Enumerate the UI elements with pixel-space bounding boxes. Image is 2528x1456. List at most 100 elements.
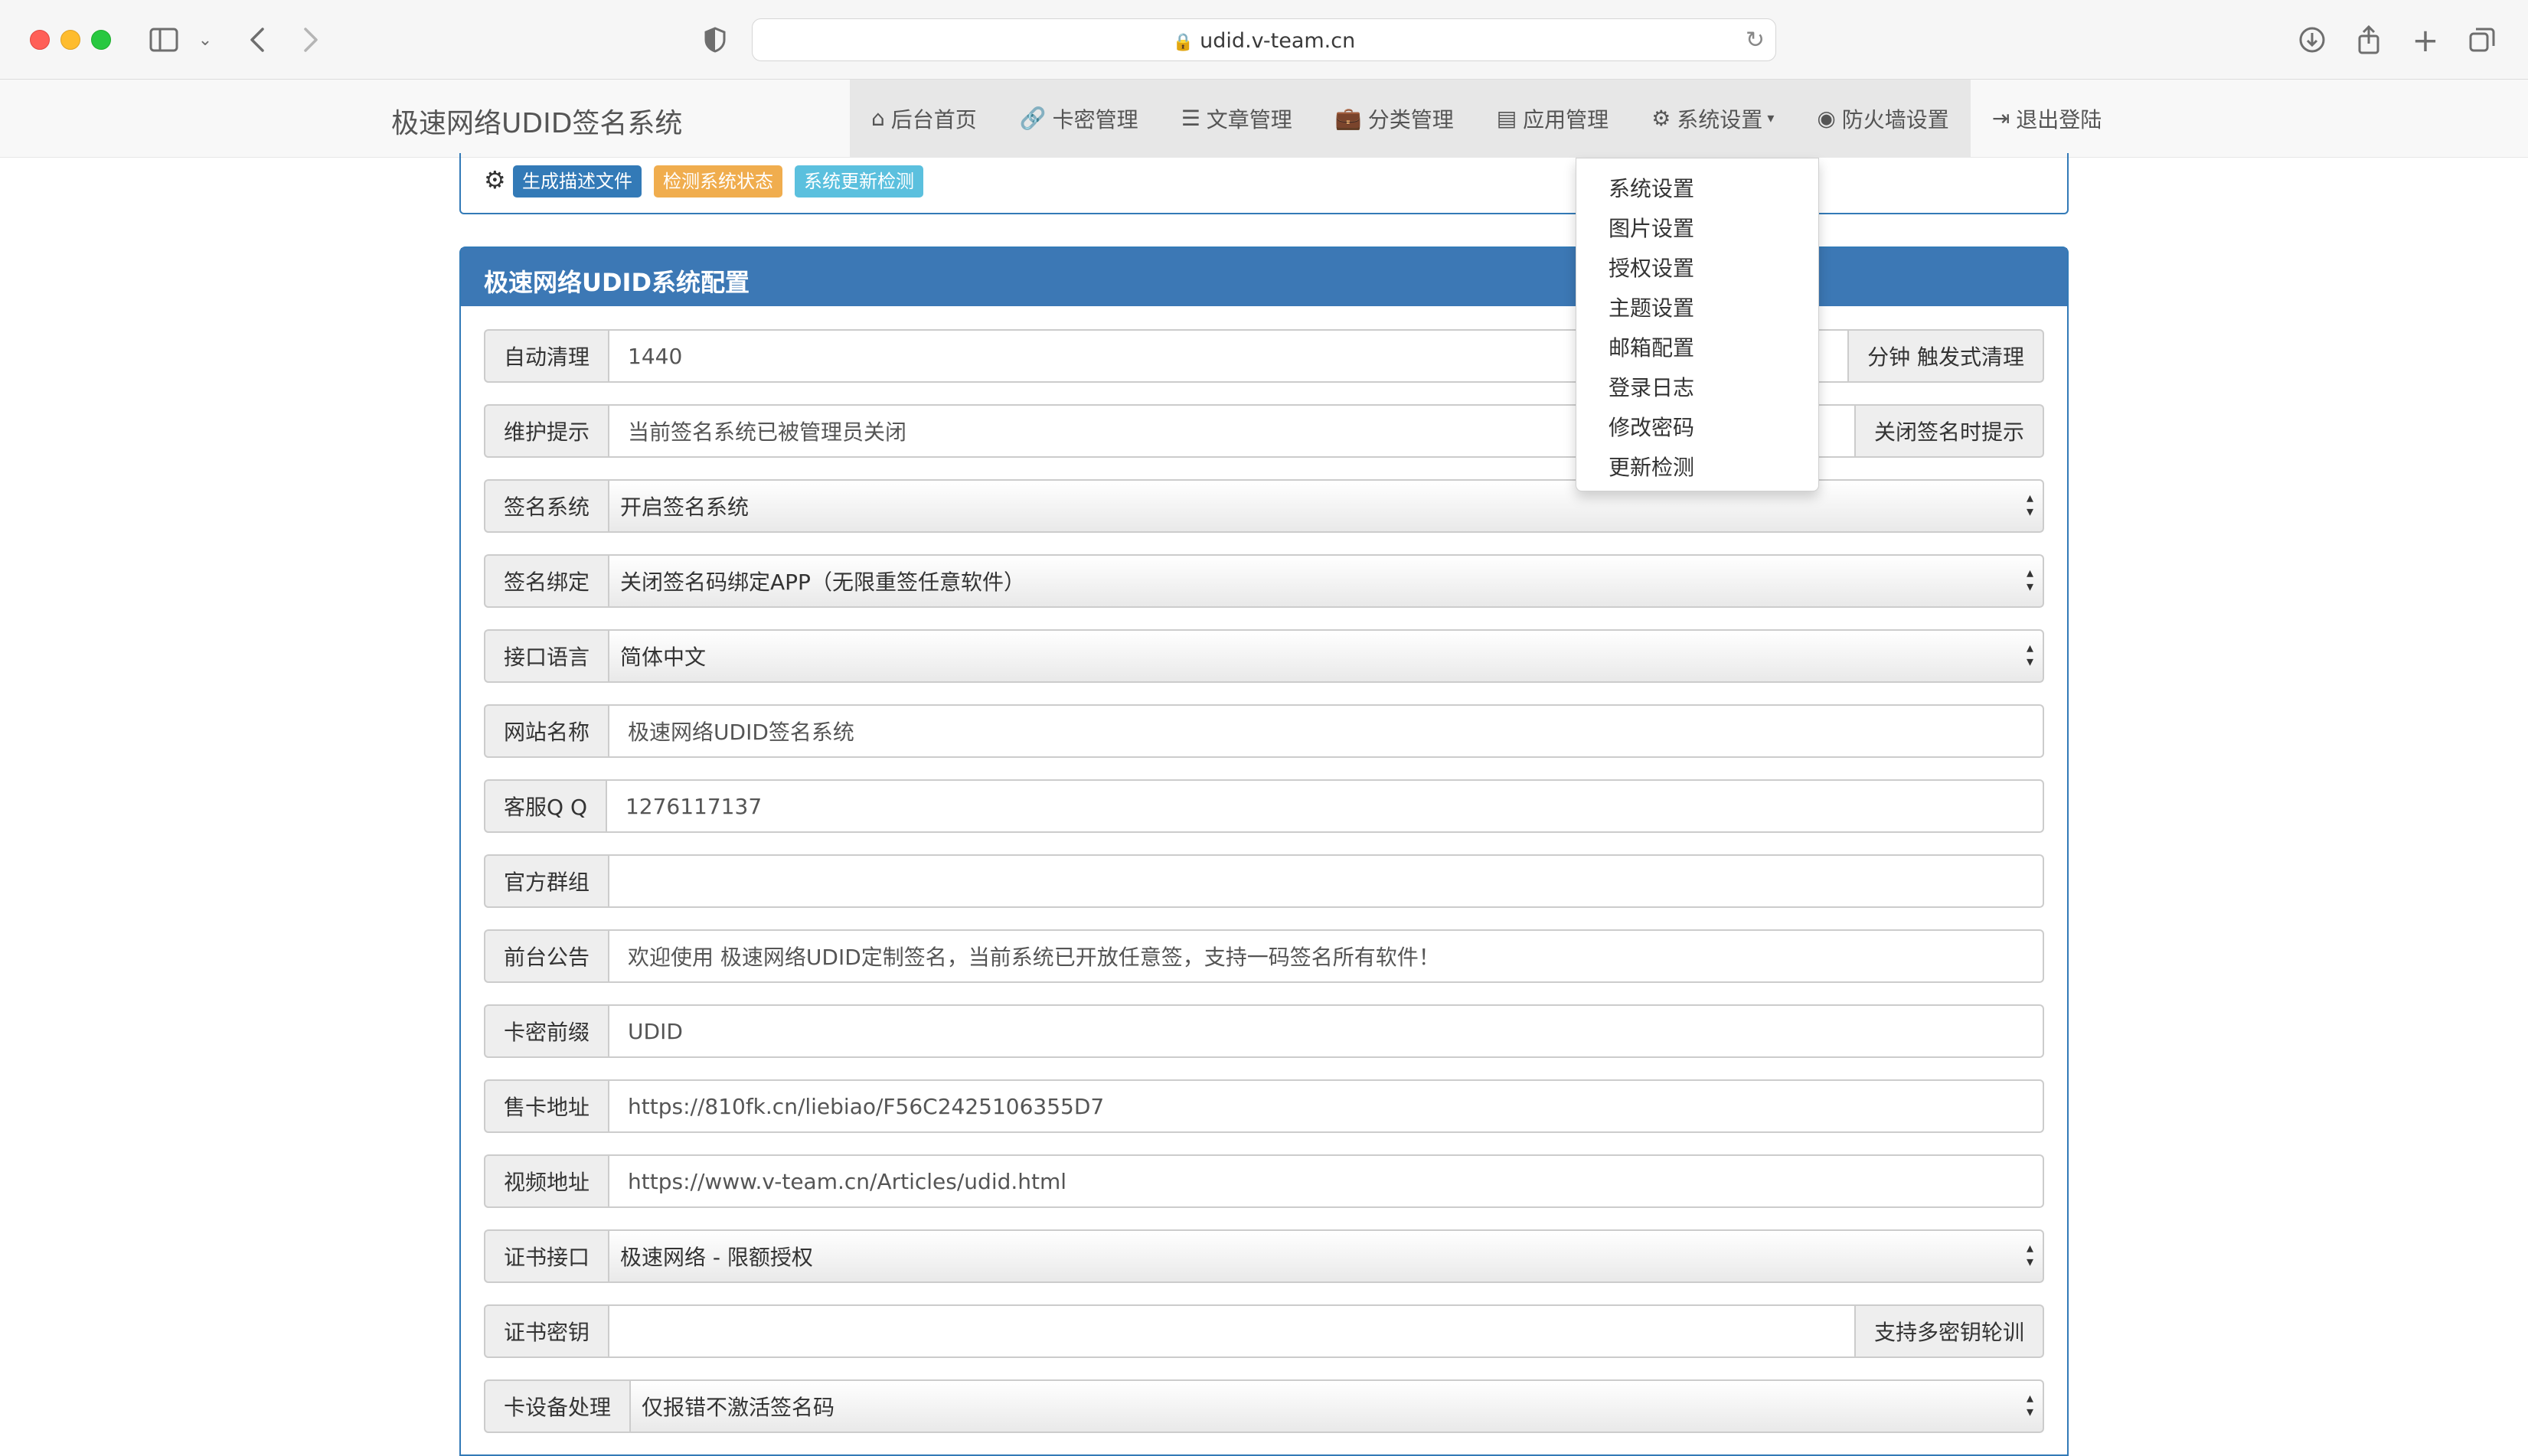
nav-firewall-settings[interactable]: ◉ 防火墙设置 [1795, 80, 1970, 157]
api-language-select[interactable]: 简体中文 ▴ ▾ [608, 629, 2044, 683]
api-language-label: 接口语言 [484, 629, 609, 683]
video-url-label: 视频地址 [484, 1154, 609, 1208]
maintenance-suffix: 关闭签名时提示 [1855, 404, 2044, 458]
cert-api-value: 极速网络 - 限额授权 [620, 1245, 813, 1270]
reload-icon[interactable]: ↻ [1746, 27, 1765, 54]
select-arrows-icon: ▴ ▾ [2026, 1240, 2033, 1270]
official-group-input[interactable] [608, 854, 2044, 908]
nav-card-management-label: 卡密管理 [1052, 106, 1138, 132]
dropdown-item-system-settings[interactable]: 系统设置 [1576, 168, 1818, 207]
url-text: udid.v-team.cn [1200, 29, 1356, 53]
navbar: 极速网络UDID签名系统 ⌂ 后台首页 🔗 卡密管理 ☰ 文章管理 💼 分类管理… [0, 80, 2528, 158]
sign-system-select[interactable]: 开启签名系统 ▴ ▾ [608, 479, 2044, 533]
card-shop-input[interactable]: https://810fk.cn/liebiao/F56C2425106355D… [608, 1079, 2044, 1133]
api-language-value: 简体中文 [620, 645, 707, 670]
card-prefix-input[interactable]: UDID [608, 1004, 2044, 1058]
zoom-window-button[interactable] [91, 30, 111, 50]
dropdown-item-image-settings[interactable]: 图片设置 [1576, 207, 1818, 247]
briefcase-icon: 💼 [1334, 106, 1362, 131]
select-arrows-icon: ▴ ▾ [2026, 490, 2033, 520]
list-icon: ☰ [1181, 106, 1200, 131]
cert-api-row: 证书接口 极速网络 - 限额授权 ▴ ▾ [484, 1229, 2044, 1283]
gear-icon: ⚙ [484, 165, 506, 194]
config-panel: 极速网络UDID系统配置 自动清理 1440 分钟 触发式清理 维护提示 当前签… [459, 246, 2069, 1456]
nav-system-settings-label: 系统设置 [1677, 106, 1763, 132]
dropdown-item-mail-config[interactable]: 邮箱配置 [1576, 327, 1818, 367]
cert-key-suffix: 支持多密钥轮训 [1855, 1304, 2044, 1358]
sign-binding-row: 签名绑定 关闭签名码绑定APP（无限重签任意软件） ▴ ▾ [484, 554, 2044, 608]
nav-article-management-label: 文章管理 [1206, 106, 1292, 132]
sign-binding-select[interactable]: 关闭签名码绑定APP（无限重签任意软件） ▴ ▾ [608, 554, 2044, 608]
cert-key-input[interactable] [608, 1304, 1856, 1358]
video-url-row: 视频地址 https://www.v-team.cn/Articles/udid… [484, 1154, 2044, 1208]
dropdown-item-update-check[interactable]: 更新检测 [1576, 446, 1818, 486]
announcement-row: 前台公告 欢迎使用 极速网络UDID定制签名，当前系统已开放任意签，支持一码签名… [484, 929, 2044, 983]
dropdown-item-theme-settings[interactable]: 主题设置 [1576, 287, 1818, 327]
lock-icon: 🔒 [1172, 33, 1194, 52]
tab-overview-icon[interactable] [2464, 21, 2500, 58]
link-icon: 🔗 [1019, 106, 1047, 131]
cert-key-label: 证书密钥 [484, 1304, 609, 1358]
maintenance-label: 维护提示 [484, 404, 609, 458]
privacy-shield-icon[interactable] [697, 21, 733, 58]
generate-profile-button[interactable]: 生成描述文件 [513, 165, 642, 198]
device-handle-select[interactable]: 仅报错不激活签名码 ▴ ▾ [629, 1379, 2044, 1433]
sign-system-label: 签名系统 [484, 479, 609, 533]
nav-category-management[interactable]: 💼 分类管理 [1314, 80, 1475, 157]
close-window-button[interactable] [30, 30, 50, 50]
new-tab-icon[interactable]: + [2407, 21, 2444, 59]
caret-down-icon: ▾ [1767, 110, 1775, 126]
service-qq-label: 客服Q Q [484, 779, 606, 833]
check-status-button[interactable]: 检测系统状态 [654, 165, 782, 198]
address-bar[interactable]: 🔒 udid.v-team.cn ↻ [752, 18, 1776, 61]
chevron-down-icon[interactable]: ⌄ [187, 21, 224, 58]
video-url-input[interactable]: https://www.v-team.cn/Articles/udid.html [608, 1154, 2044, 1208]
sidebar-toggle-icon[interactable] [145, 21, 182, 58]
nav-article-management[interactable]: ☰ 文章管理 [1160, 80, 1314, 157]
official-group-row: 官方群组 [484, 854, 2044, 908]
site-name-label: 网站名称 [484, 704, 609, 758]
download-icon[interactable] [2294, 21, 2330, 58]
nav-app-management[interactable]: ▤ 应用管理 [1475, 80, 1630, 157]
nav-home[interactable]: ⌂ 后台首页 [850, 80, 998, 157]
device-handle-value: 仅报错不激活签名码 [642, 1395, 835, 1420]
select-arrows-icon: ▴ ▾ [2026, 1390, 2033, 1420]
nav-firewall-settings-label: 防火墙设置 [1841, 106, 1949, 132]
nav-logout[interactable]: ⇥ 退出登陆 [1970, 80, 2124, 157]
api-language-row: 接口语言 简体中文 ▴ ▾ [484, 629, 2044, 683]
globe-icon: ◉ [1817, 106, 1836, 131]
nav-menu: ⌂ 后台首页 🔗 卡密管理 ☰ 文章管理 💼 分类管理 ▤ 应用管理 ⚙ 系统设… [850, 80, 2124, 157]
site-name-input[interactable]: 极速网络UDID签名系统 [608, 704, 2044, 758]
share-icon[interactable] [2350, 21, 2387, 58]
auto-clean-label: 自动清理 [484, 329, 609, 383]
check-update-button[interactable]: 系统更新检测 [795, 165, 923, 198]
nav-card-management[interactable]: 🔗 卡密管理 [998, 80, 1160, 157]
brand[interactable]: 极速网络UDID签名系统 [391, 101, 682, 141]
forward-arrow-icon[interactable] [292, 21, 329, 58]
dropdown-item-login-log[interactable]: 登录日志 [1576, 367, 1818, 406]
nav-system-settings[interactable]: ⚙ 系统设置 ▾ [1630, 80, 1795, 157]
announcement-input[interactable]: 欢迎使用 极速网络UDID定制签名，当前系统已开放任意签，支持一码签名所有软件！ [608, 929, 2044, 983]
minimize-window-button[interactable] [60, 30, 80, 50]
dropdown-item-change-password[interactable]: 修改密码 [1576, 406, 1818, 446]
dropdown-item-license-settings[interactable]: 授权设置 [1576, 247, 1818, 287]
cert-api-select[interactable]: 极速网络 - 限额授权 ▴ ▾ [608, 1229, 2044, 1283]
nav-logout-label: 退出登陆 [2016, 106, 2102, 132]
cert-api-label: 证书接口 [484, 1229, 609, 1283]
device-handle-label: 卡设备处理 [484, 1379, 630, 1433]
sign-system-value: 开启签名系统 [620, 495, 750, 520]
official-group-label: 官方群组 [484, 854, 609, 908]
nav-app-management-label: 应用管理 [1523, 106, 1609, 132]
select-arrows-icon: ▴ ▾ [2026, 565, 2033, 595]
back-arrow-icon[interactable] [239, 21, 276, 58]
home-icon: ⌂ [871, 106, 885, 131]
gear-icon: ⚙ [1651, 106, 1671, 131]
server-icon: ▤ [1496, 106, 1517, 131]
announcement-label: 前台公告 [484, 929, 609, 983]
card-prefix-label: 卡密前缀 [484, 1004, 609, 1058]
auto-clean-suffix: 分钟 触发式清理 [1849, 329, 2044, 383]
site-name-row: 网站名称 极速网络UDID签名系统 [484, 704, 2044, 758]
browser-chrome: ⌄ 🔒 udid.v-team.cn ↻ + [0, 0, 2528, 80]
service-qq-input[interactable]: 1276117137 [605, 779, 2044, 833]
device-handle-row: 卡设备处理 仅报错不激活签名码 ▴ ▾ [484, 1379, 2044, 1433]
